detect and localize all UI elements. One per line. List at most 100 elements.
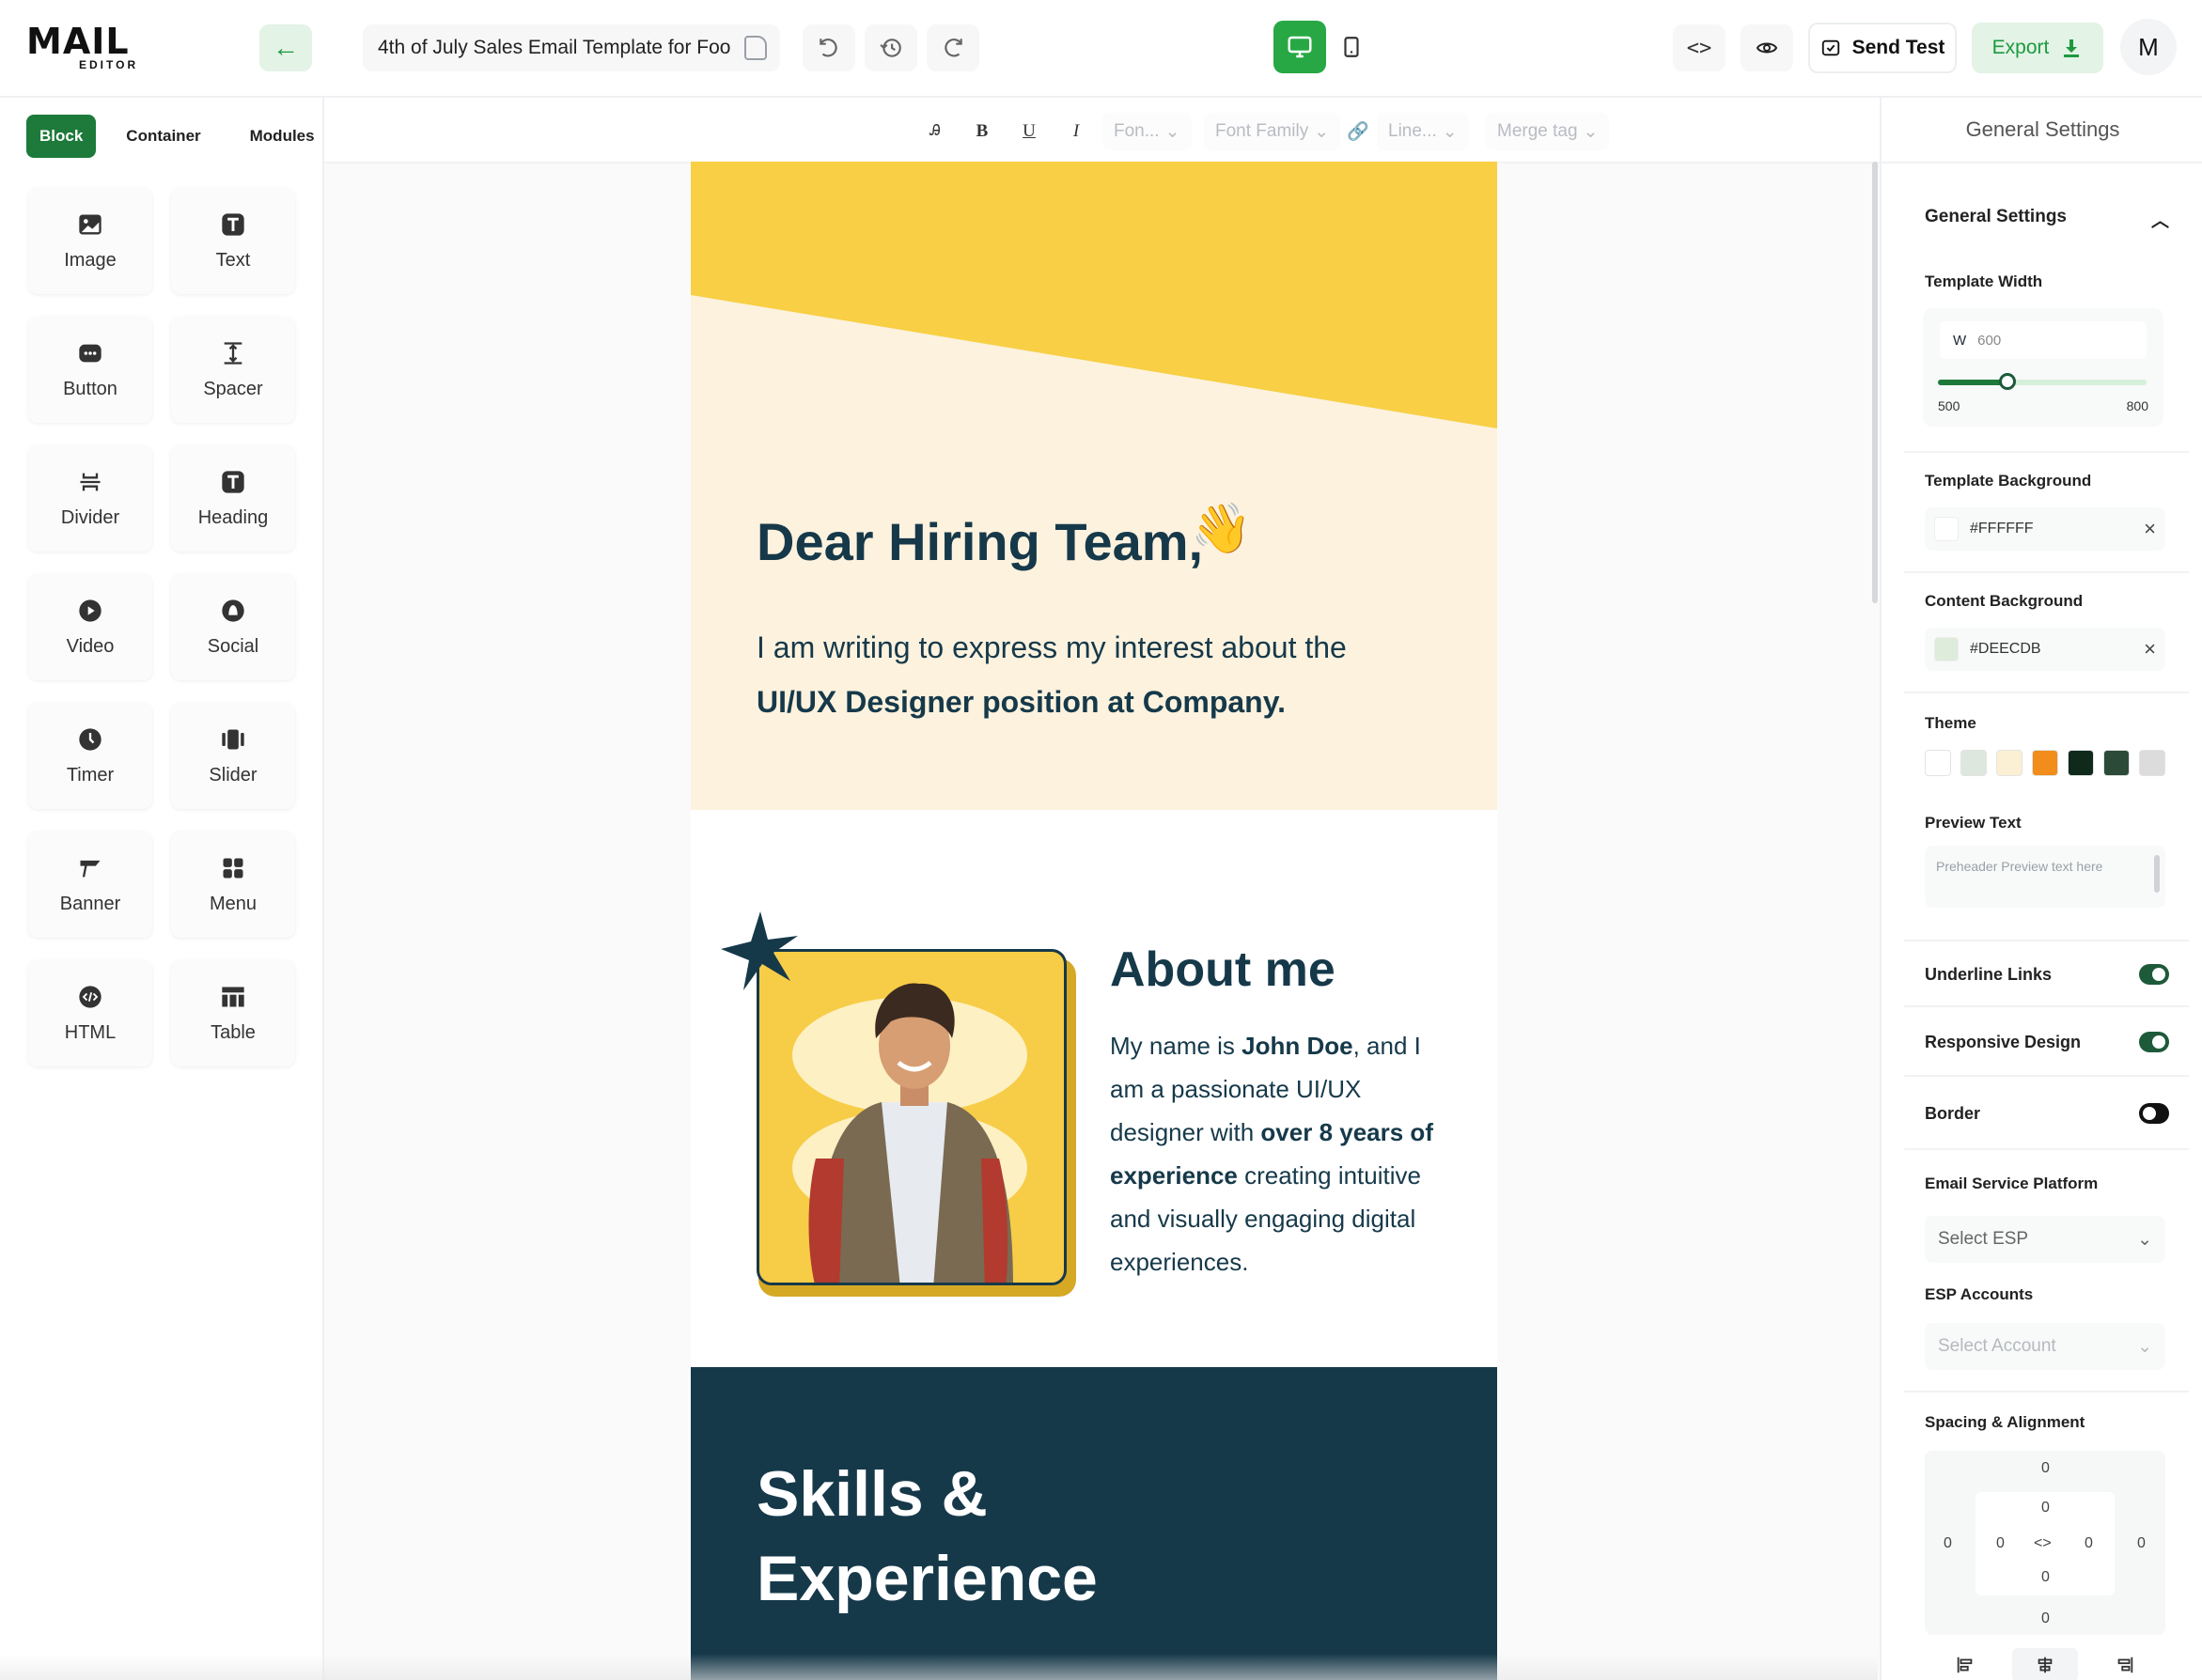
hero-section[interactable]: Dear Hiring Team, 👋 I am writing to expr… xyxy=(691,162,1497,810)
padding-right-input[interactable]: 0 xyxy=(2085,1535,2093,1552)
esp-account-select[interactable]: Select Account ⌄ xyxy=(1925,1323,2165,1370)
top-bar: MAIL EDITOR ← 4th of July Sales Email Te… xyxy=(0,0,2202,98)
about-text[interactable]: My name is John Doe, and I am a passiona… xyxy=(1110,1024,1458,1283)
block-table[interactable]: Table xyxy=(171,960,295,1066)
save-status-icon[interactable] xyxy=(744,36,767,60)
merge-tag-select[interactable]: Merge tag ⌄ xyxy=(1486,113,1610,150)
code-view-button[interactable]: <> xyxy=(1673,24,1726,71)
hero-text[interactable]: I am writing to express my interest abou… xyxy=(757,620,1452,729)
block-button[interactable]: Button xyxy=(28,317,152,423)
theme-color-swatch[interactable] xyxy=(2032,750,2058,776)
responsive-design-toggle[interactable] xyxy=(2139,1032,2169,1052)
esp-select[interactable]: Select ESP ⌄ xyxy=(1925,1216,2165,1263)
block-heading[interactable]: Heading xyxy=(171,445,295,552)
clear-icon[interactable]: × xyxy=(2144,517,2156,541)
block-spacer[interactable]: Spacer xyxy=(171,317,295,423)
send-test-button[interactable]: Send Test xyxy=(1808,23,1957,73)
export-button[interactable]: Export xyxy=(1972,23,2103,73)
block-banner[interactable]: Banner xyxy=(28,832,152,938)
link-icon[interactable]: 🔗 xyxy=(1345,120,1371,143)
history-button[interactable] xyxy=(865,24,917,71)
margin-right-input[interactable]: 0 xyxy=(2137,1535,2146,1552)
clear-icon[interactable]: × xyxy=(2144,637,2156,661)
slider-thumb[interactable] xyxy=(1999,373,2016,390)
tab-modules[interactable]: Modules xyxy=(231,115,334,158)
font-family-select[interactable]: Font Family ⌄ xyxy=(1204,113,1341,150)
underline-icon[interactable]: U xyxy=(1016,121,1042,142)
margin-top-input[interactable]: 0 xyxy=(2041,1460,2050,1477)
theme-color-swatch[interactable] xyxy=(1996,750,2022,776)
about-title[interactable]: About me xyxy=(1110,941,1335,998)
template-background-value: #FFFFFF xyxy=(1970,521,2034,537)
general-settings-section-header[interactable]: General Settings ︿ xyxy=(1925,207,2169,232)
skills-section[interactable]: Skills & Experience xyxy=(691,1367,1497,1680)
padding-bottom-input[interactable]: 0 xyxy=(2041,1569,2050,1586)
back-button[interactable]: ← xyxy=(259,24,312,71)
underline-links-toggle[interactable] xyxy=(2139,964,2169,985)
desktop-view-button[interactable] xyxy=(1273,21,1326,73)
logo-subtitle: EDITOR xyxy=(79,58,139,71)
theme-swatches xyxy=(1925,750,2165,776)
block-video[interactable]: Video xyxy=(28,574,152,680)
undo-button[interactable] xyxy=(803,24,855,71)
color-swatch[interactable] xyxy=(1934,517,1959,541)
block-label: Divider xyxy=(60,507,120,528)
block-social[interactable]: Social xyxy=(171,574,295,680)
margin-left-input[interactable]: 0 xyxy=(1944,1535,1952,1552)
block-menu[interactable]: Menu xyxy=(171,832,295,938)
font-size-select[interactable]: Fon... ⌄ xyxy=(1102,113,1192,150)
theme-color-swatch[interactable] xyxy=(2068,750,2094,776)
template-title-field[interactable]: 4th of July Sales Email Template for Foo… xyxy=(363,24,780,71)
padding-left-input[interactable]: 0 xyxy=(1996,1535,2005,1552)
textarea-scrollbar[interactable] xyxy=(2154,855,2160,893)
align-center-button[interactable] xyxy=(2011,1648,2078,1680)
block-html[interactable]: HTML xyxy=(28,960,152,1066)
template-width-label: Template Width xyxy=(1925,272,2043,290)
content-background-field[interactable]: #DEECDB × xyxy=(1925,628,2165,671)
section-divider xyxy=(1904,1075,2189,1077)
settings-panel: General Settings General Settings ︿ Temp… xyxy=(1880,98,2202,1680)
profile-photo[interactable] xyxy=(757,949,1067,1285)
text-color-icon[interactable]: Ꭿ xyxy=(922,123,948,140)
block-label: Spacer xyxy=(203,379,263,399)
width-input[interactable]: W 600 xyxy=(1940,321,2147,359)
user-avatar[interactable]: M xyxy=(2120,19,2177,75)
block-divider[interactable]: Divider xyxy=(28,445,152,552)
italic-icon[interactable]: I xyxy=(1063,121,1089,142)
template-background-field[interactable]: #FFFFFF × xyxy=(1925,507,2165,551)
mail-editor-app: MAIL EDITOR ← 4th of July Sales Email Te… xyxy=(0,0,2202,1680)
bold-icon[interactable]: B xyxy=(969,121,995,142)
theme-color-swatch[interactable] xyxy=(1925,750,1951,776)
block-label: Slider xyxy=(209,765,258,786)
width-slider[interactable] xyxy=(1938,373,2147,390)
theme-color-swatch[interactable] xyxy=(2139,750,2165,776)
preview-button[interactable] xyxy=(1741,24,1793,71)
line-height-select[interactable]: Line... ⌄ xyxy=(1377,113,1469,150)
preview-text-input[interactable]: Preheader Preview text here xyxy=(1925,846,2165,908)
alignment-buttons xyxy=(1925,1646,2165,1680)
mobile-view-button[interactable] xyxy=(1327,21,1376,73)
tab-container[interactable]: Container xyxy=(107,115,219,158)
align-right-button[interactable] xyxy=(2092,1648,2158,1680)
link-values-icon[interactable]: <> xyxy=(2034,1535,2052,1552)
tab-block[interactable]: Block xyxy=(26,115,97,158)
block-timer[interactable]: Timer xyxy=(28,703,152,809)
template-title: 4th of July Sales Email Template for Foo… xyxy=(378,37,731,58)
skills-title[interactable]: Skills & Experience xyxy=(757,1452,1226,1621)
redo-button[interactable] xyxy=(927,24,979,71)
theme-color-swatch[interactable] xyxy=(1960,750,1987,776)
margin-bottom-input[interactable]: 0 xyxy=(2041,1610,2050,1627)
block-image[interactable]: Image xyxy=(28,188,152,294)
padding-top-input[interactable]: 0 xyxy=(2041,1500,2050,1517)
color-swatch[interactable] xyxy=(1934,637,1959,661)
about-section[interactable]: About me My name is John Doe, and I am a… xyxy=(691,810,1497,1367)
email-preview: Dear Hiring Team, 👋 I am writing to expr… xyxy=(691,162,1497,1680)
align-left-button[interactable] xyxy=(1932,1648,1998,1680)
canvas-scrollbar[interactable] xyxy=(1872,162,1878,603)
block-slider[interactable]: Slider xyxy=(171,703,295,809)
esp-accounts-label: ESP Accounts xyxy=(1925,1285,2034,1303)
theme-color-swatch[interactable] xyxy=(2103,750,2130,776)
hero-title[interactable]: Dear Hiring Team, xyxy=(757,511,1203,572)
border-toggle[interactable] xyxy=(2139,1103,2169,1124)
block-text[interactable]: Text xyxy=(171,188,295,294)
